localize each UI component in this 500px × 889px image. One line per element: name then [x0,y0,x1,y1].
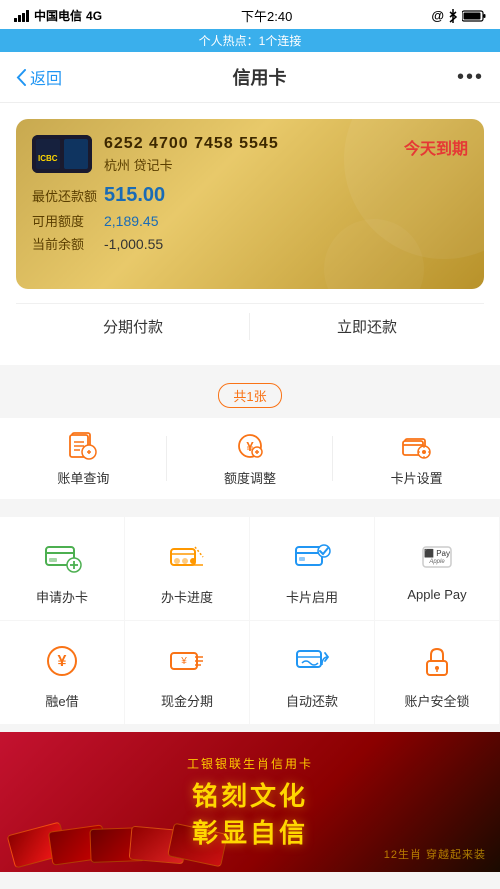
status-carrier: 中国电信 4G [14,7,102,24]
page-title: 信用卡 [233,64,287,90]
limit-icon: ¥ [234,430,266,462]
status-time: 下午2:40 [241,6,292,25]
back-button[interactable]: 返回 [16,65,62,89]
card-settings-icon [401,430,433,462]
hotspot-text: 个人热点：1个连接 [199,34,302,48]
grid-progress[interactable]: 办卡进度 [125,517,250,621]
balance-value: -1,000.55 [104,236,163,252]
lock-label: 账户安全锁 [404,691,469,710]
carrier-label: 中国电信 [34,7,82,24]
card-actions: 分期付款 立即还款 [16,303,484,349]
banner-content: 工银银联生肖信用卡 铭刻文化 彰显自信 [187,755,313,850]
signal-icon [14,10,30,22]
grid-activate[interactable]: 卡片启用 [250,517,375,621]
grid-apply-card[interactable]: 申请办卡 [0,517,125,621]
expire-badge: 今天到期 [404,135,468,159]
activate-label: 卡片启用 [286,587,338,606]
more-button[interactable]: ••• [457,66,484,89]
cash-icon: ¥ [165,639,209,683]
quick-actions: 账单查询 ¥ 额度调整 [0,418,500,499]
bill-icon [67,430,99,462]
bill-label: 账单查询 [57,468,109,487]
activate-icon [290,535,334,579]
banner-footnote: 12生肖 穿越起来装 [380,842,490,866]
status-bar: 中国电信 4G 下午2:40 @ [0,0,500,29]
quick-action-bill[interactable]: 账单查询 [0,430,167,487]
min-payment-label: 最优还款额 [32,186,104,205]
quick-action-limit[interactable]: ¥ 额度调整 [167,430,334,487]
grid-loan[interactable]: ¥ 融e借 [0,621,125,724]
svg-text:ICBC: ICBC [38,154,58,163]
card-count-wrapper: 共1张 [0,373,500,418]
card-image: ICBC [32,135,92,173]
repay-button[interactable]: 立即还款 [250,304,484,349]
apple-pay-label: Apple Pay [407,587,466,602]
credit-card: ICBC 6252 4700 7458 5545 杭州 贷记卡 今天到期 最优还… [16,119,484,289]
svg-text:¥: ¥ [58,653,67,670]
progress-icon [165,535,209,579]
grid-menu: 申请办卡 办卡进度 卡片启用 [0,509,500,724]
limit-label: 额度调整 [224,468,276,487]
balance-label: 当前余额 [32,234,104,253]
svg-text:⬛ Pay: ⬛ Pay [424,548,450,558]
apply-card-icon [40,535,84,579]
banner-title2: 彰显自信 [187,813,313,850]
grid-apple-pay[interactable]: ⬛ Pay Apple Apple Pay [375,517,500,621]
loan-label: 融e借 [45,691,78,710]
available-label: 可用额度 [32,211,104,230]
auto-pay-icon [290,639,334,683]
status-icons: @ [431,8,486,23]
apple-pay-icon: ⬛ Pay Apple [415,535,459,579]
back-label: 返回 [30,65,62,89]
card-count-badge: 共1张 [218,383,281,408]
banner[interactable]: 工银银联生肖信用卡 铭刻文化 彰显自信 12生肖 穿越起来装 [0,732,500,872]
back-chevron-icon [16,69,26,86]
battery-icon [462,10,486,22]
hotspot-bar: 个人热点：1个连接 [0,29,500,52]
divider1 [0,501,500,509]
network-label: 4G [86,9,102,23]
banner-subtitle: 工银银联生肖信用卡 [187,755,313,772]
card-section: ICBC 6252 4700 7458 5545 杭州 贷记卡 今天到期 最优还… [0,103,500,365]
bluetooth-icon [448,9,458,23]
at-icon: @ [431,8,444,23]
installment-button[interactable]: 分期付款 [16,304,250,349]
grid-auto-pay[interactable]: 自动还款 [250,621,375,724]
grid-lock[interactable]: 账户安全锁 [375,621,500,724]
cash-label: 现金分期 [161,691,213,710]
banner-title1: 铭刻文化 [187,776,313,813]
loan-icon: ¥ [40,639,84,683]
card-container: ICBC 6252 4700 7458 5545 杭州 贷记卡 今天到期 最优还… [16,119,484,289]
card-settings-label: 卡片设置 [391,468,443,487]
nav-bar: 返回 信用卡 ••• [0,52,500,103]
available-value: 2,189.45 [104,213,159,229]
svg-text:Apple: Apple [428,559,445,565]
lock-icon [415,639,459,683]
auto-pay-label: 自动还款 [286,691,338,710]
apply-card-label: 申请办卡 [36,587,88,606]
quick-action-settings[interactable]: 卡片设置 [333,430,500,487]
progress-label: 办卡进度 [161,587,213,606]
card-chip-icon: ICBC [32,135,92,173]
min-payment-value: 515.00 [104,184,165,207]
svg-text:¥: ¥ [180,656,187,667]
grid-cash[interactable]: ¥ 现金分期 [125,621,250,724]
